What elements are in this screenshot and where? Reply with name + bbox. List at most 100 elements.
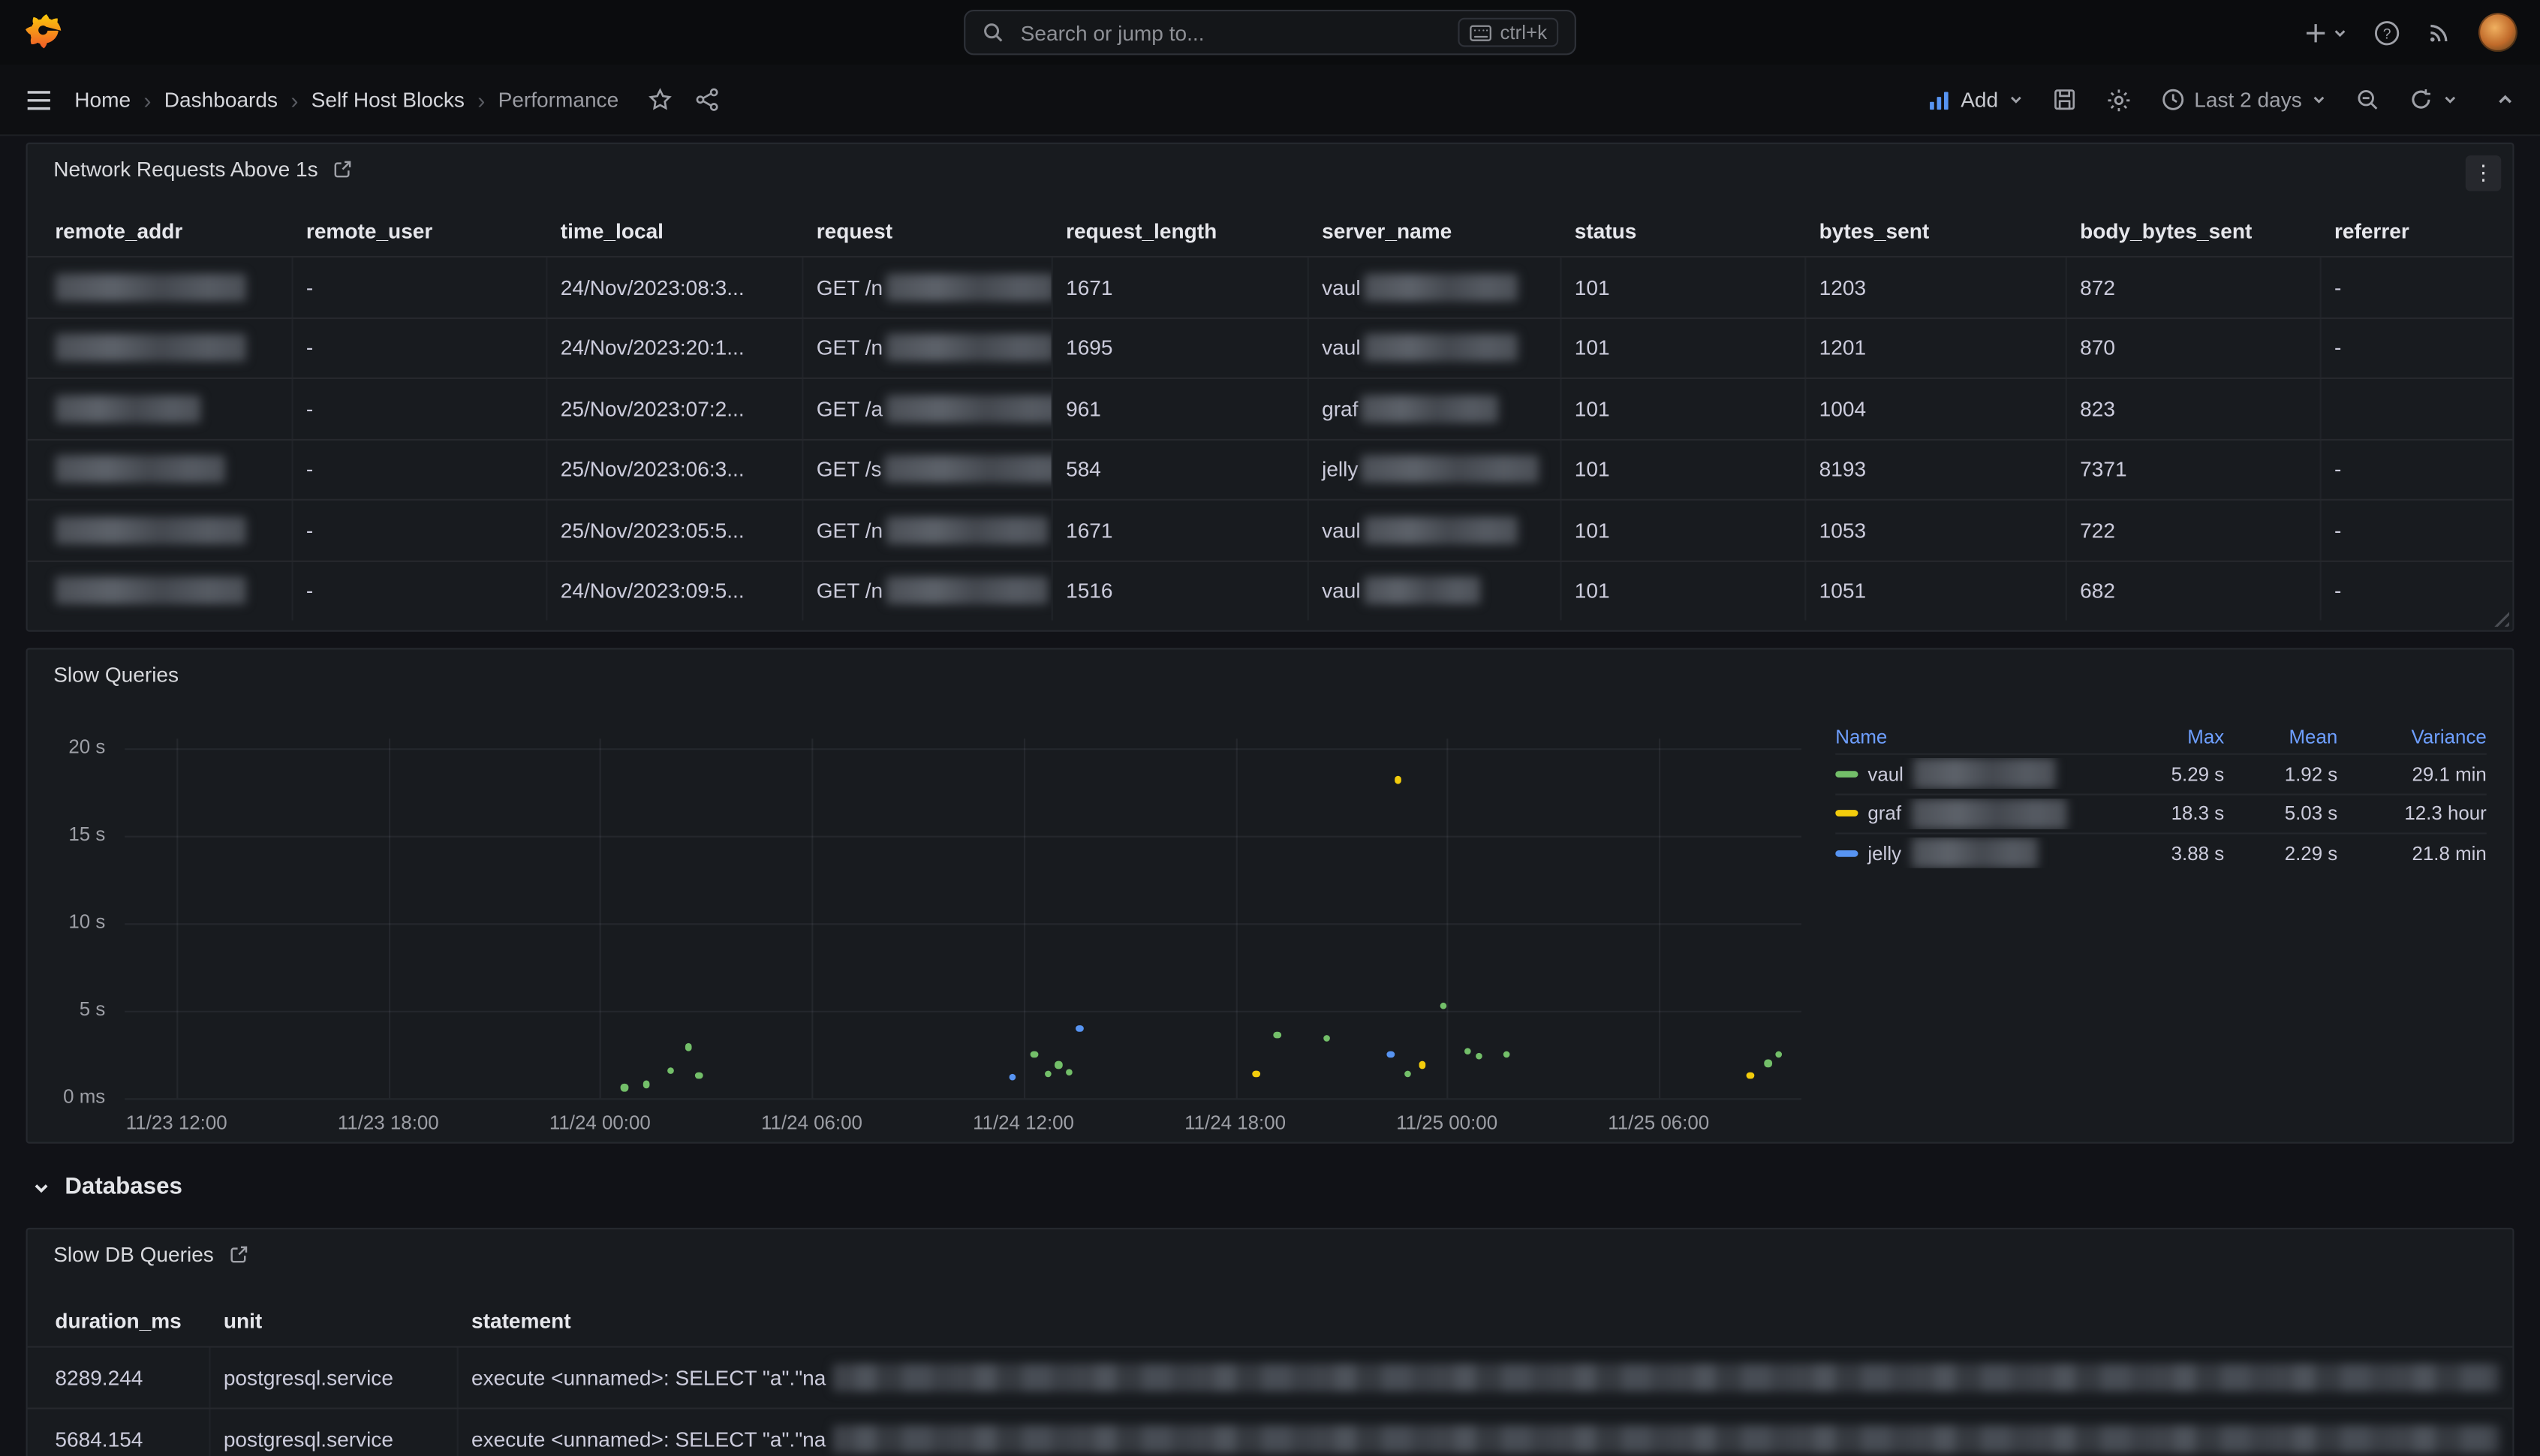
external-link-icon[interactable]	[333, 158, 354, 179]
column-header-remote_addr[interactable]: remote_addr	[42, 206, 293, 256]
column-header-body_bytes_sent[interactable]: body_bytes_sent	[2067, 206, 2322, 256]
cell-request: GET /a	[803, 379, 1052, 438]
breadcrumb-item[interactable]: Self Host Blocks	[311, 88, 465, 112]
column-header-remote_user[interactable]: remote_user	[293, 206, 548, 256]
save-dashboard-button[interactable]	[2051, 88, 2075, 112]
column-header-request_length[interactable]: request_length	[1053, 206, 1309, 256]
news-button[interactable]	[2427, 20, 2453, 46]
legend-series-name[interactable]: jelly	[1835, 838, 2111, 868]
top-nav-bar: ctrl+k ?	[0, 0, 2540, 65]
column-header-statement[interactable]: statement	[459, 1294, 2513, 1346]
cell-remote-user: -	[293, 561, 548, 621]
scatter-point	[1503, 1051, 1510, 1057]
grafana-logo[interactable]	[23, 11, 65, 53]
column-header-status[interactable]: status	[1562, 206, 1807, 256]
legend-header-mean[interactable]: Mean	[2224, 726, 2337, 748]
legend-header-max[interactable]: Max	[2111, 726, 2224, 748]
plus-icon	[2304, 20, 2328, 44]
breadcrumb-item[interactable]: Home	[74, 88, 131, 112]
legend-series-name[interactable]: vaul	[1835, 759, 2111, 790]
collapse-toolbar-button[interactable]	[2496, 91, 2514, 109]
add-button[interactable]: Add	[1928, 88, 2022, 112]
series-name-prefix: jelly	[1867, 842, 1901, 865]
redacted-text	[55, 273, 246, 301]
network-table-header: remote_addrremote_usertime_localrequestr…	[28, 206, 2513, 256]
cell-status: 101	[1562, 379, 1807, 438]
redacted-text	[885, 456, 1053, 483]
grafana-logo-icon	[23, 12, 64, 53]
time-range-label: Last 2 days	[2194, 88, 2302, 112]
chevron-down-icon	[2008, 92, 2022, 107]
cell-request-length: 1516	[1053, 561, 1309, 621]
cell-time-local: 24/Nov/2023:08:3...	[547, 257, 803, 317]
cell-remote-user: -	[293, 440, 548, 499]
search-input[interactable]: ctrl+k	[964, 10, 1576, 55]
section-databases-toggle[interactable]: Databases	[26, 1166, 2514, 1208]
redacted-text	[886, 516, 1048, 544]
column-header-request[interactable]: request	[803, 206, 1052, 256]
column-header-server_name[interactable]: server_name	[1309, 206, 1562, 256]
avatar[interactable]	[2478, 13, 2517, 52]
column-header-duration_ms[interactable]: duration_ms	[42, 1294, 210, 1346]
star-icon	[648, 88, 672, 112]
scatter-point	[1066, 1069, 1073, 1075]
gridline-horizontal	[125, 836, 1801, 838]
add-panel-icon	[1928, 89, 1951, 111]
chevron-down-icon	[2333, 25, 2347, 39]
legend-rows: vaul5.29 s1.92 s29.1 mingraf18.3 s5.03 s…	[1835, 754, 2487, 873]
favorite-button[interactable]	[648, 88, 672, 112]
y-axis-label: 0 ms	[28, 1085, 106, 1108]
news-icon	[2427, 20, 2453, 46]
x-axis-label: 11/23 12:00	[104, 1112, 249, 1134]
search-text-field[interactable]	[1017, 19, 1445, 47]
cell-remote-user: -	[293, 501, 548, 560]
section-title: Databases	[65, 1175, 182, 1201]
panel-title[interactable]: Network Requests Above 1s	[53, 156, 318, 180]
scatter-point	[667, 1066, 674, 1073]
time-range-picker[interactable]: Last 2 days	[2160, 88, 2326, 112]
server-name-prefix: vaul	[1322, 335, 1360, 359]
external-link-icon[interactable]	[228, 1243, 249, 1264]
column-header-referrer[interactable]: referrer	[2322, 206, 2513, 256]
column-header-bytes_sent[interactable]: bytes_sent	[1806, 206, 2066, 256]
breadcrumb-item[interactable]: Dashboards	[164, 88, 278, 112]
cell-body-bytes-sent: 682	[2067, 561, 2322, 621]
cell-status: 101	[1562, 501, 1807, 560]
scatter-point	[1045, 1070, 1052, 1077]
cell-server-name: vaul	[1309, 501, 1562, 560]
gridline-vertical	[600, 739, 601, 1098]
legend-header-name[interactable]: Name	[1835, 726, 2111, 748]
search-icon	[982, 21, 1004, 44]
panel-menu-button[interactable]: ⋮	[2466, 155, 2501, 191]
chevron-down-icon	[2443, 92, 2457, 107]
gridline-vertical	[176, 739, 178, 1098]
breadcrumb-item: Performance	[498, 88, 619, 112]
kebab-menu-icon: ⋮	[2472, 161, 2493, 187]
cell-server-name: jelly	[1309, 440, 1562, 499]
menu-toggle-button[interactable]	[26, 89, 53, 111]
global-search: ctrl+k	[964, 10, 1576, 55]
redacted-text	[55, 577, 246, 605]
column-header-time_local[interactable]: time_local	[547, 206, 803, 256]
new-button[interactable]	[2304, 20, 2347, 44]
legend-header-variance[interactable]: Variance	[2337, 726, 2487, 748]
share-button[interactable]	[695, 88, 719, 112]
refresh-button[interactable]	[2409, 88, 2457, 112]
scatter-point	[1323, 1035, 1330, 1042]
scatter-point	[1747, 1072, 1753, 1078]
gridline-vertical	[1024, 739, 1025, 1098]
cell-duration-ms: 8289.244	[42, 1348, 210, 1408]
panel-title[interactable]: Slow DB Queries	[53, 1241, 214, 1265]
cell-remote-addr	[42, 318, 293, 378]
scatter-point	[1031, 1051, 1037, 1057]
zoom-out-button[interactable]	[2355, 88, 2379, 112]
column-header-unit[interactable]: unit	[211, 1294, 459, 1346]
scatter-point	[1076, 1024, 1083, 1031]
server-name-prefix: vaul	[1322, 275, 1360, 299]
scatter-point	[1475, 1053, 1482, 1060]
legend-series-name[interactable]: graf	[1835, 798, 2111, 829]
dashboard-settings-button[interactable]	[2105, 86, 2132, 113]
menu-icon	[26, 89, 53, 111]
help-button[interactable]: ?	[2373, 19, 2401, 47]
db-table-body: 8289.244postgresql.serviceexecute <unnam…	[28, 1346, 2513, 1456]
